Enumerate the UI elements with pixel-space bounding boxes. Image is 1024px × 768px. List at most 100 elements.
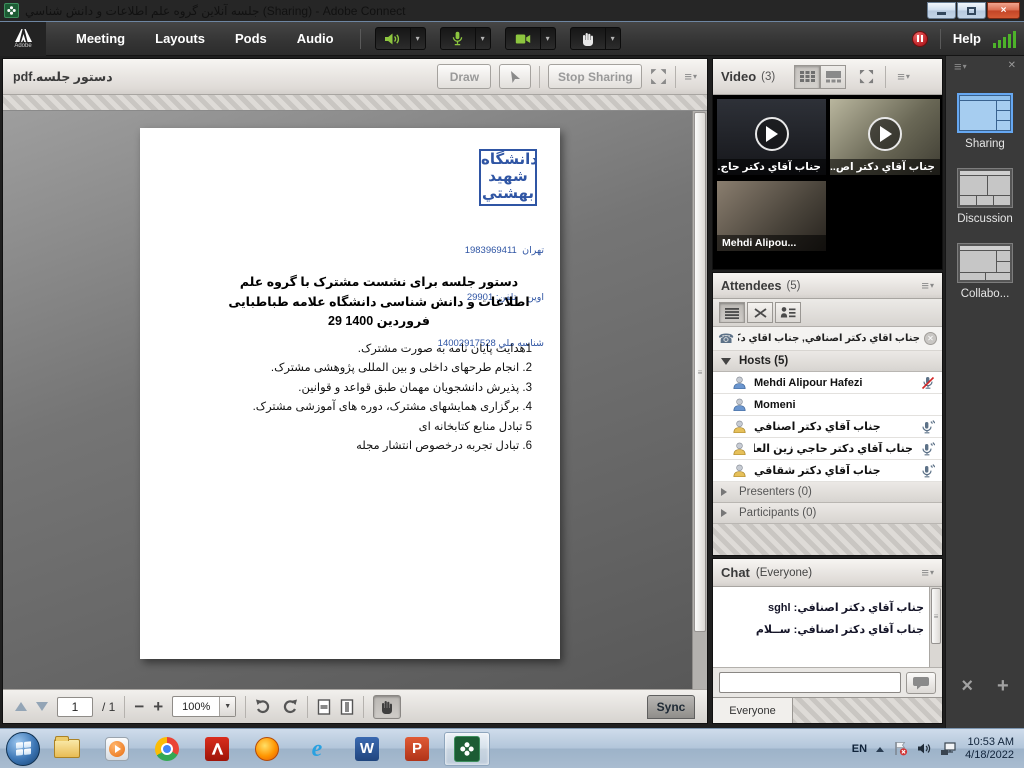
- taskbar-clock[interactable]: 10:53 AM 4/18/2022: [965, 736, 1014, 762]
- draw-button[interactable]: Draw: [437, 64, 491, 89]
- connection-signal-icon[interactable]: [993, 30, 1016, 48]
- minimize-button[interactable]: [927, 2, 956, 19]
- attendee-status-view-button[interactable]: [775, 302, 801, 323]
- action-center-flag-icon[interactable]: [893, 741, 908, 756]
- menu-layouts[interactable]: Layouts: [155, 31, 205, 46]
- maximize-button[interactable]: [957, 2, 986, 19]
- layout-bar-close-icon[interactable]: ✕: [1008, 60, 1016, 73]
- play-button-icon[interactable]: [755, 117, 789, 151]
- fit-page-icon[interactable]: [340, 699, 354, 715]
- share-pod-menu-icon[interactable]: ≡▾: [684, 70, 697, 83]
- raise-hand-icon[interactable]: [570, 27, 606, 50]
- attendee-list-view-button[interactable]: [719, 302, 745, 323]
- stop-sharing-button[interactable]: Stop Sharing: [548, 64, 642, 89]
- menu-audio[interactable]: Audio: [297, 31, 334, 46]
- meeting-workspace: دستور جلسه.pdf Draw Stop Sharing ≡▾ دانش…: [0, 56, 1024, 728]
- host-avatar-icon: [733, 398, 746, 411]
- attendee-row[interactable]: Momeni: [713, 394, 942, 416]
- layout-discussion-button[interactable]: [957, 168, 1013, 208]
- taskbar-chrome-button[interactable]: [144, 732, 190, 766]
- page-down-icon[interactable]: [36, 702, 48, 717]
- start-button[interactable]: [6, 732, 40, 766]
- attendee-row[interactable]: جناب آقاي دكتر اصنافي: [713, 416, 942, 438]
- chat-pod-menu-icon[interactable]: ≡▾: [921, 566, 934, 579]
- layout-bar-menu-icon[interactable]: ≡▾: [954, 60, 967, 73]
- language-indicator[interactable]: EN: [852, 743, 867, 755]
- attendee-row[interactable]: Mehdi Alipour Hafezi: [713, 372, 942, 394]
- rotate-left-icon[interactable]: [255, 699, 272, 714]
- video-thumbnail[interactable]: جناب آقاي دكتر حاج...: [716, 98, 827, 176]
- taskbar-word-button[interactable]: W: [344, 732, 390, 766]
- zoom-dropdown-icon[interactable]: ▼: [219, 697, 235, 716]
- presenters-group-row[interactable]: Presenters (0): [713, 482, 942, 503]
- fit-width-icon[interactable]: [317, 699, 331, 715]
- hang-up-icon[interactable]: ✕: [924, 332, 937, 345]
- taskbar-media-player-button[interactable]: [94, 732, 140, 766]
- pods-add-icon[interactable]: +: [997, 675, 1009, 698]
- attendee-row[interactable]: جناب آقاي دكتر شقاقي: [713, 460, 942, 482]
- chat-scrollbar-thumb[interactable]: ≡: [931, 588, 941, 644]
- video-fullscreen-icon[interactable]: [859, 69, 874, 84]
- volume-icon[interactable]: [917, 742, 931, 755]
- layout-collaboration-button[interactable]: [957, 243, 1013, 283]
- page-up-icon[interactable]: [15, 696, 27, 711]
- zoom-out-icon[interactable]: −: [134, 698, 144, 715]
- video-thumbnail[interactable]: Mehdi Alipou...: [716, 180, 827, 252]
- menu-pods[interactable]: Pods: [235, 31, 267, 46]
- chat-input[interactable]: [719, 672, 901, 693]
- recording-indicator-icon[interactable]: [912, 31, 928, 47]
- hosts-group-row[interactable]: Hosts (5): [713, 351, 942, 372]
- filmstrip-view-toggle[interactable]: [820, 65, 846, 89]
- video-thumbnail[interactable]: جناب آقاي دكتر اص...: [829, 98, 941, 176]
- attendee-row[interactable]: جناب آقاي دكتر حاجي زين العابديني: [713, 438, 942, 460]
- sync-button[interactable]: Sync: [647, 695, 695, 719]
- chat-message: جناب آقاي دكتر اصنافي: ســلام: [719, 619, 924, 641]
- taskbar-firefox-button[interactable]: [244, 732, 290, 766]
- speech-bubble-icon: [912, 676, 930, 690]
- webcam-icon[interactable]: [505, 27, 541, 50]
- breakout-view-button[interactable]: [747, 302, 773, 323]
- taskbar-acrobat-button[interactable]: [194, 732, 240, 766]
- webcam-dropdown[interactable]: ▾: [541, 27, 556, 50]
- phone-attendee-row[interactable]: ☎ جناب آقاي دكتر اصنافي, جناب آقاي دكتر …: [713, 327, 942, 351]
- window-titlebar[interactable]: جلسه آنلاين گروه علم اطلاعات و دانش شناس…: [0, 0, 1024, 22]
- taskbar-adobe-connect-button[interactable]: [444, 732, 490, 766]
- attendees-pod-menu-icon[interactable]: ≡▾: [921, 279, 934, 292]
- menu-help[interactable]: Help: [953, 31, 981, 46]
- participants-group-row[interactable]: Participants (0): [713, 503, 942, 524]
- show-hidden-icons-icon[interactable]: [876, 743, 884, 752]
- play-button-icon[interactable]: [868, 117, 902, 151]
- taskbar-explorer-button[interactable]: [44, 732, 90, 766]
- header-divider: [885, 66, 886, 88]
- network-icon[interactable]: [940, 742, 956, 756]
- pointer-tool-button[interactable]: [499, 64, 531, 89]
- menu-meeting[interactable]: Meeting: [76, 31, 125, 46]
- rotate-right-icon[interactable]: [281, 699, 298, 714]
- zoom-level-select[interactable]: 100% ▼: [172, 696, 236, 717]
- pan-tool-button[interactable]: [373, 695, 401, 719]
- close-button[interactable]: ×: [987, 2, 1020, 19]
- attendees-resize-area[interactable]: [713, 524, 942, 555]
- document-scrollbar-thumb[interactable]: ≡: [694, 112, 706, 632]
- microphone-icon[interactable]: [440, 27, 476, 50]
- microphone-dropdown[interactable]: ▾: [476, 27, 491, 50]
- taskbar-powerpoint-button[interactable]: P: [394, 732, 440, 766]
- send-message-button[interactable]: [906, 672, 936, 694]
- raise-hand-dropdown[interactable]: ▾: [606, 27, 621, 50]
- tab-everyone[interactable]: Everyone: [713, 698, 793, 723]
- speaker-dropdown[interactable]: ▾: [411, 27, 426, 50]
- document-scrollbar[interactable]: ≡: [692, 111, 707, 689]
- phone-attendee-name: جناب آقاي دكتر اصنافي, جناب آقاي دكتر حا…: [738, 333, 920, 344]
- taskbar-ie-button[interactable]: e: [294, 732, 340, 766]
- chat-scrollbar[interactable]: ≡: [929, 587, 942, 667]
- page-number-input[interactable]: [57, 697, 93, 717]
- fullscreen-icon[interactable]: [650, 68, 667, 85]
- pods-close-icon[interactable]: ×: [961, 675, 973, 698]
- zoom-in-icon[interactable]: +: [153, 698, 163, 715]
- video-pod-menu-icon[interactable]: ≡▾: [897, 70, 910, 83]
- grid-view-toggle[interactable]: [794, 65, 820, 89]
- attendees-count: (5): [786, 280, 800, 292]
- chrome-icon: [155, 737, 179, 761]
- speaker-icon[interactable]: [375, 27, 411, 50]
- layout-sharing-button[interactable]: [957, 93, 1013, 133]
